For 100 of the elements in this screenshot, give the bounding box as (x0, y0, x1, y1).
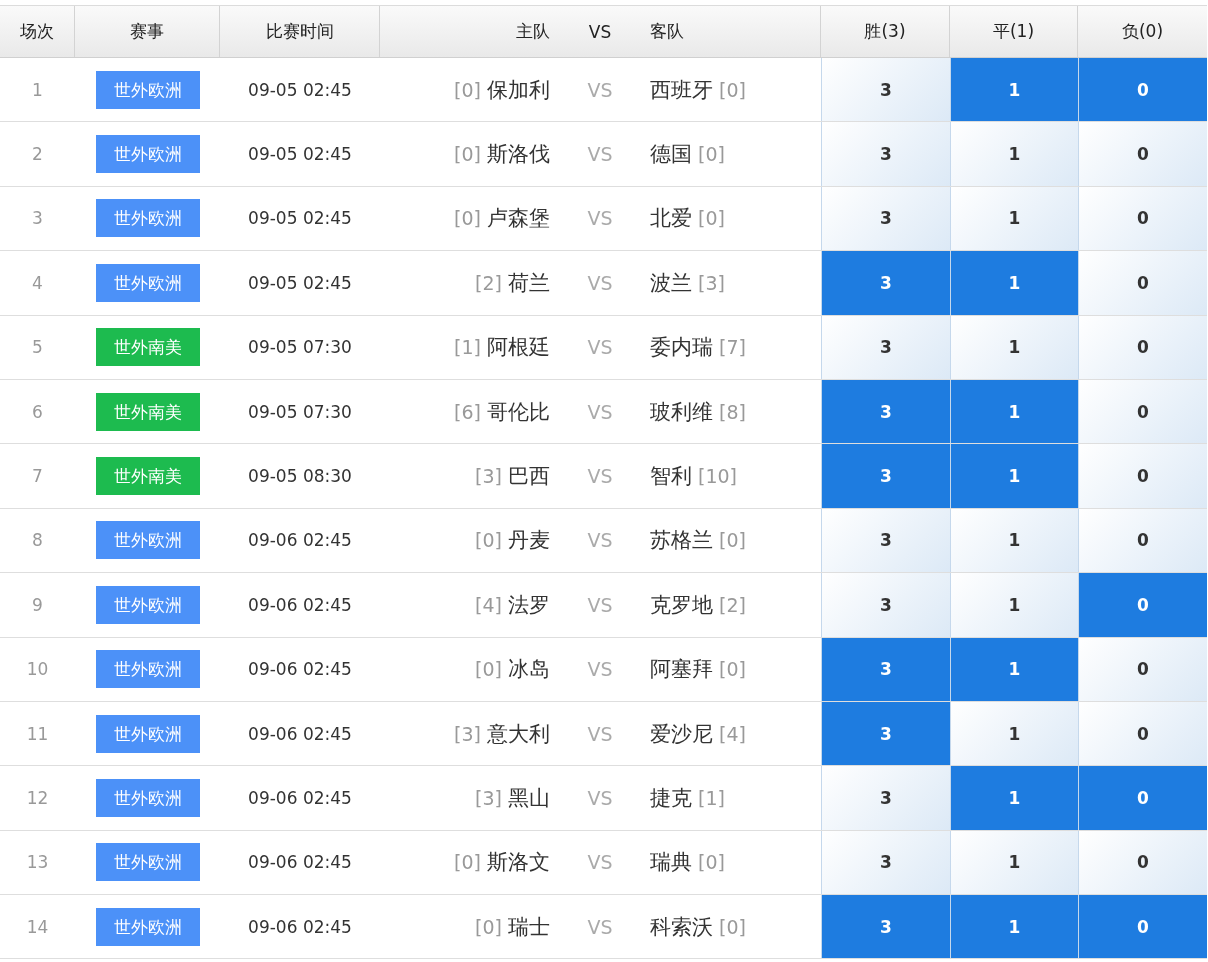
odds-option[interactable]: 0 (1078, 701, 1207, 766)
league-tag: 世外欧洲 (95, 779, 200, 817)
team-rank: [0] (454, 207, 481, 230)
odds-option[interactable]: 3 (821, 444, 950, 508)
odds-option[interactable]: 3 (821, 573, 950, 637)
column-header: 胜(3) (864, 20, 906, 43)
away-team: 克罗地 (650, 591, 713, 619)
odds-option[interactable]: 3 (821, 508, 950, 573)
odds-option[interactable]: 1 (950, 251, 1078, 315)
away-team: 阿塞拜 (650, 656, 713, 684)
odds-option[interactable]: 3 (821, 701, 950, 766)
team-rank: [0] (719, 658, 746, 681)
column-header: VS (588, 21, 612, 42)
match-time: 09-06 02:45 (248, 530, 352, 551)
away-team: 委内瑞 (650, 334, 713, 362)
league-tag: 世外欧洲 (95, 263, 200, 302)
home-team: 哥伦比 (487, 398, 550, 426)
odds-option[interactable]: 3 (821, 379, 950, 444)
home-team: 斯洛文 (487, 849, 550, 877)
odds-option[interactable]: 0 (1078, 637, 1207, 701)
odds-option[interactable]: 0 (1078, 508, 1207, 573)
match-number: 12 (26, 788, 49, 808)
home-team: 保加利 (487, 76, 550, 104)
column-header: 平(1) (992, 20, 1035, 43)
team-rank: [0] (719, 78, 746, 101)
odds-option[interactable]: 1 (950, 58, 1078, 122)
odds-option[interactable]: 0 (1078, 573, 1207, 637)
odds-option[interactable]: 1 (950, 701, 1078, 766)
odds-option[interactable]: 3 (821, 122, 950, 186)
team-rank: [6] (454, 400, 481, 423)
home-team: 丹麦 (508, 527, 550, 555)
vs-label: VS (587, 207, 613, 230)
match-number: 14 (26, 916, 49, 937)
team-rank: [8] (719, 400, 746, 423)
match-number: 10 (26, 659, 49, 680)
odds-option[interactable]: 1 (950, 895, 1078, 959)
odds-option[interactable]: 1 (950, 444, 1078, 508)
odds-option[interactable]: 3 (821, 315, 950, 379)
odds-option[interactable]: 3 (821, 895, 950, 959)
home-team: 巴西 (508, 463, 550, 491)
vs-label: VS (587, 78, 613, 101)
vs-label: VS (587, 851, 613, 874)
odds-option[interactable]: 3 (821, 637, 950, 701)
odds-option[interactable]: 3 (821, 830, 950, 895)
odds-option[interactable]: 0 (1078, 58, 1207, 122)
league-tag: 世外南美 (95, 392, 200, 431)
odds-option[interactable]: 0 (1078, 251, 1207, 315)
odds-option[interactable]: 1 (950, 186, 1078, 251)
odds-option[interactable]: 0 (1078, 186, 1207, 251)
odds-option[interactable]: 0 (1078, 379, 1207, 444)
odds-option[interactable]: 0 (1078, 895, 1207, 959)
odds-option[interactable]: 1 (950, 766, 1078, 830)
odds-option[interactable]: 1 (950, 508, 1078, 573)
league-tag: 世外南美 (95, 328, 200, 367)
match-time: 09-05 07:30 (248, 401, 352, 422)
match-number: 11 (26, 723, 49, 744)
team-rank: [0] (475, 915, 502, 938)
odds-option[interactable]: 1 (950, 315, 1078, 379)
league-tag: 世外欧洲 (95, 843, 200, 882)
odds-option[interactable]: 1 (950, 637, 1078, 701)
home-team: 斯洛伐 (487, 141, 550, 169)
odds-option[interactable]: 3 (821, 251, 950, 315)
odds-option[interactable]: 3 (821, 766, 950, 830)
odds-option[interactable]: 3 (821, 58, 950, 122)
column-header: 客队 (650, 20, 684, 43)
team-rank: [0] (719, 915, 746, 938)
match-time: 09-05 02:45 (248, 208, 352, 229)
team-rank: [1] (454, 336, 481, 359)
odds-option[interactable]: 0 (1078, 444, 1207, 508)
team-rank: [0] (454, 78, 481, 101)
team-rank: [3] (698, 271, 725, 294)
team-rank: [2] (719, 593, 746, 616)
team-rank: [4] (719, 722, 746, 745)
league-tag: 世外欧洲 (95, 907, 200, 946)
odds-option[interactable]: 1 (950, 573, 1078, 637)
odds-option[interactable]: 3 (821, 186, 950, 251)
odds-option[interactable]: 0 (1078, 122, 1207, 186)
odds-option[interactable]: 0 (1078, 766, 1207, 830)
vs-label: VS (587, 271, 613, 294)
home-team: 卢森堡 (487, 205, 550, 233)
home-team: 黑山 (508, 785, 550, 812)
odds-option[interactable]: 0 (1078, 315, 1207, 379)
team-rank: [0] (698, 143, 725, 166)
team-rank: [7] (719, 336, 746, 359)
away-team: 玻利维 (650, 398, 713, 426)
odds-option[interactable]: 0 (1078, 830, 1207, 895)
vs-label: VS (587, 915, 613, 938)
team-rank: [2] (475, 271, 502, 294)
home-team: 法罗 (508, 591, 550, 619)
away-team: 苏格兰 (650, 527, 713, 555)
league-tag: 世外欧洲 (95, 521, 200, 560)
odds-option[interactable]: 1 (950, 379, 1078, 444)
odds-option[interactable]: 1 (950, 830, 1078, 895)
match-time: 09-05 02:45 (248, 79, 352, 100)
team-rank: [0] (698, 207, 725, 230)
vs-label: VS (587, 143, 613, 166)
match-number: 4 (32, 272, 43, 293)
league-tag: 世外欧洲 (95, 714, 200, 753)
team-rank: [1] (698, 787, 725, 809)
odds-option[interactable]: 1 (950, 122, 1078, 186)
